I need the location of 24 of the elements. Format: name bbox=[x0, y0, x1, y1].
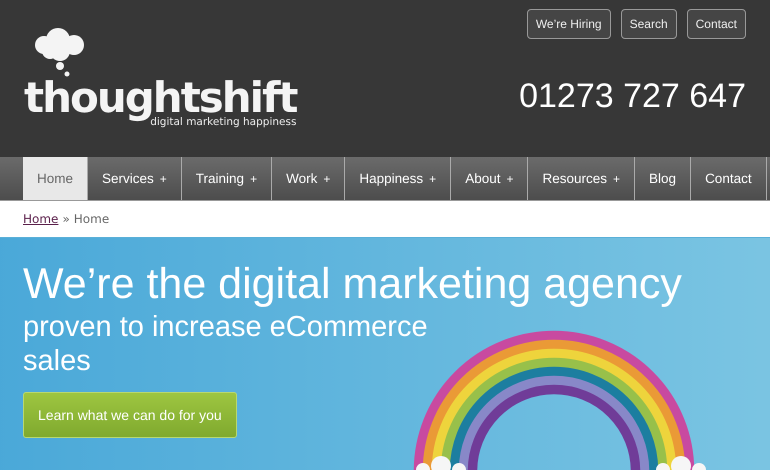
nav-item[interactable]: Services + bbox=[88, 157, 182, 200]
submenu-plus: + bbox=[506, 172, 514, 186]
nav-item[interactable]: Home bbox=[23, 157, 88, 200]
breadcrumb-current: Home bbox=[74, 212, 110, 226]
submenu-plus: + bbox=[613, 172, 620, 186]
nav-item[interactable]: Work + bbox=[272, 157, 346, 200]
hero-headline: We’re the digital marketing agency bbox=[23, 259, 682, 310]
submenu-plus: + bbox=[160, 172, 167, 186]
phone-number: 01273 727 647 bbox=[519, 77, 746, 116]
breadcrumb-link[interactable]: Home bbox=[23, 212, 58, 226]
breadcrumb-separator: » bbox=[62, 212, 70, 226]
top-link-button[interactable]: Contact bbox=[686, 9, 746, 39]
nav-item[interactable]: About + bbox=[451, 157, 528, 200]
submenu-plus: + bbox=[429, 172, 436, 186]
nav-item[interactable]: Happiness + bbox=[345, 157, 452, 200]
top-link-button[interactable]: We’re Hiring bbox=[526, 9, 611, 39]
nav-item[interactable]: Blog bbox=[635, 157, 692, 200]
nav-item[interactable]: Contact bbox=[691, 157, 767, 200]
submenu-plus: + bbox=[250, 172, 258, 186]
top-link-button[interactable]: Search bbox=[620, 9, 677, 39]
nav-item[interactable]: Resources + bbox=[528, 157, 636, 200]
hero-subheadline: proven to increase eCommerce sales bbox=[23, 310, 429, 378]
submenu-plus: + bbox=[323, 172, 330, 186]
nav-item[interactable]: Training + bbox=[182, 157, 272, 200]
